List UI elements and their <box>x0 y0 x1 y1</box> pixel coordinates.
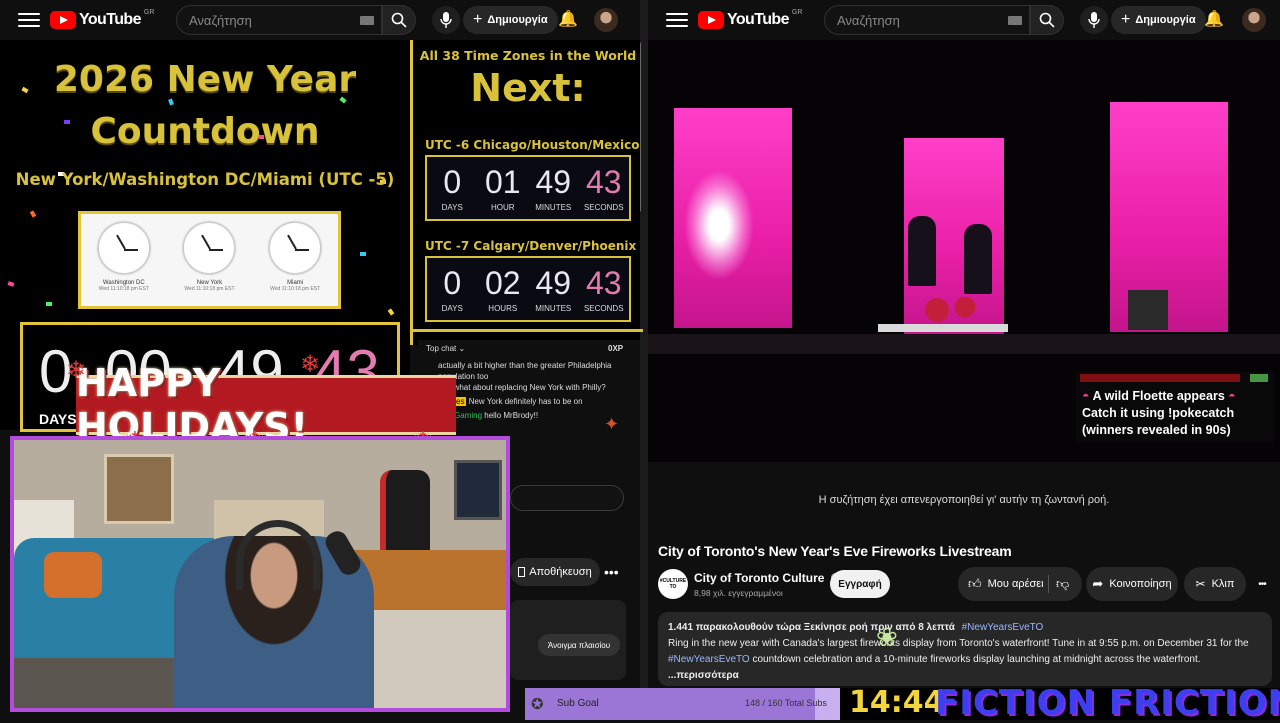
thumbs-down-icon[interactable]: 👎︎ <box>1056 576 1069 592</box>
timer-utc-minus-7: 0 DAYS 02 HOURS 49 MINUTES 43 SECONDS <box>425 256 631 322</box>
open-window-button[interactable]: Άνοιγμα πλαισίου <box>538 634 620 656</box>
account-avatar[interactable] <box>1242 8 1266 32</box>
star-icon: ✪ <box>531 696 544 713</box>
search-input[interactable]: Αναζήτηση <box>824 5 1030 35</box>
share-button[interactable]: ➦ Κοινοποίηση <box>1086 567 1178 601</box>
search-icon <box>391 12 407 28</box>
webcam-overlay <box>10 436 510 712</box>
menu-icon[interactable] <box>18 13 40 27</box>
stage-floor <box>648 334 1280 354</box>
search-button[interactable] <box>382 5 416 35</box>
confetti <box>7 281 15 287</box>
scissors-icon: ✂ <box>1195 577 1206 591</box>
confetti <box>360 252 366 256</box>
voice-search-button[interactable] <box>432 6 460 34</box>
confetti <box>29 210 37 218</box>
video-description[interactable]: 1.441 παρακολουθούν τώρα Ξεκίνησε ροή πρ… <box>658 612 1272 686</box>
channel-avatar[interactable]: #CULTURE TO <box>658 569 688 599</box>
plus-icon: + <box>473 11 483 28</box>
city-line: New York/Washington DC/Miami (UTC -5) <box>15 170 395 189</box>
gold-divider <box>413 329 643 332</box>
save-button[interactable]: Αποθήκευση <box>510 558 600 586</box>
channel-brand: FICTION FRICTION <box>935 683 1280 723</box>
clip-button[interactable]: ✂ Κλιπ <box>1184 567 1246 601</box>
clock-icon <box>97 222 150 274</box>
sub-goal-bar: ✪ Sub Goal 148 / 160 Total Subs <box>525 688 840 720</box>
performer <box>964 224 992 294</box>
keyboard-stand <box>878 324 1008 332</box>
notifications-bell-icon[interactable]: 🔔 <box>558 9 578 29</box>
youtube-logo[interactable]: YouTube GR <box>50 9 154 29</box>
more-options-icon[interactable]: ••• <box>604 564 619 580</box>
keyboard-icon[interactable] <box>360 16 374 25</box>
maple-leaf-icon: ✦ <box>604 414 620 434</box>
chat-message: Battles New York definitely has to be on <box>438 396 640 407</box>
search-button[interactable] <box>1030 5 1064 35</box>
alert-line-1: ◓ A wild Floette appears ◓ <box>1082 389 1236 403</box>
voice-search-button[interactable] <box>1080 6 1108 34</box>
subscriber-count: 8,98 χιλ. εγγεγραμμένοι <box>694 588 783 598</box>
share-icon: ➦ <box>1092 576 1104 591</box>
monitor <box>454 460 502 520</box>
description-stats: 1.441 παρακολουθούν τώρα Ξεκίνησε ροή πρ… <box>668 622 1044 633</box>
confetti <box>46 302 52 306</box>
menu-icon[interactable] <box>666 13 688 27</box>
snowflake-icon: ❄ <box>300 351 321 378</box>
description-line-2: #NewYearsEveTO countdown celebration and… <box>668 654 1201 665</box>
amp-stack <box>1128 290 1168 330</box>
channel-name[interactable]: City of Toronto Culture <box>694 571 840 585</box>
timer-utc-minus-6: 0 DAYS 01 HOUR 49 MINUTES 43 SECONDS <box>425 155 631 221</box>
alert-status-icons <box>1250 374 1268 382</box>
notifications-bell-icon[interactable]: 🔔 <box>1204 9 1224 29</box>
performer <box>908 216 936 286</box>
pokeball-icon: ◓ <box>1228 389 1236 403</box>
pokemon-catch-alert: ◓ A wild Floette appears ◓ Catch it usin… <box>1076 372 1274 442</box>
alert-header-bar <box>1080 374 1240 382</box>
snowflake-icon: ❄ <box>66 357 87 384</box>
youtube-play-icon <box>698 11 724 29</box>
clock-icon <box>269 222 322 274</box>
thumbs-up-icon: 👍︎ <box>968 576 982 591</box>
video-title: City of Toronto's New Year's Eve Firewor… <box>658 543 1012 559</box>
bookmark-icon <box>518 567 526 577</box>
chat-input[interactable] <box>510 485 624 511</box>
like-button[interactable]: 👍︎ Μου αρέσει 👎︎ <box>958 567 1082 601</box>
chat-disabled-notice: Η συζήτηση έχει απενεργοποιηθεί γι' αυτή… <box>818 494 1110 506</box>
chat-header[interactable]: Top chat ⌄ <box>426 344 465 353</box>
stage-light-flash <box>684 170 754 280</box>
subscribe-button[interactable]: Εγγραφή <box>830 570 890 598</box>
city-clocks: Washington DC Wed 11:10:18 pm EST New Yo… <box>78 211 341 309</box>
create-button[interactable]: + Δημιουργία <box>463 6 558 34</box>
countdown-title: 2026 New Year Countdown <box>53 59 357 152</box>
youtube-play-icon <box>50 11 76 29</box>
more-actions-button[interactable]: ••• <box>1250 567 1274 601</box>
pokeball-icon: ◓ <box>1082 389 1090 403</box>
ticker-clock: 14:44 <box>849 685 945 720</box>
right-youtube-header: YouTube GR Αναζήτηση + Δημιουργία 🔔 <box>648 0 1280 40</box>
search-input[interactable]: Αναζήτηση <box>176 5 382 35</box>
microphone-icon <box>440 12 452 28</box>
clock-miami: Miami Wed 11:10:18 pm EST <box>269 222 322 292</box>
like-divider <box>1048 575 1049 593</box>
left-youtube-header: YouTube GR Αναζήτηση + Δημιουργία 🔔 <box>0 0 640 40</box>
pokemon-sprite: ❀ <box>876 622 898 652</box>
plus-icon: + <box>1121 11 1131 28</box>
more-icon: ••• <box>1258 578 1266 590</box>
account-avatar[interactable] <box>594 8 618 32</box>
clock-icon <box>183 222 236 274</box>
clock-washington: Washington DC Wed 11:10:18 pm EST <box>97 222 150 292</box>
create-button[interactable]: + Δημιουργία <box>1111 6 1206 34</box>
search-icon <box>1039 12 1055 28</box>
confetti <box>387 308 395 316</box>
keyboard-icon[interactable] <box>1008 16 1022 25</box>
wall-picture <box>104 454 174 524</box>
timezones-column: All 38 Time Zones in the World Next: UTC… <box>410 40 643 345</box>
microphone-icon <box>1088 12 1100 28</box>
bottom-stream-ticker: ✪ Sub Goal 148 / 160 Total Subs 14:44 FI… <box>525 683 1280 723</box>
orange-pillow <box>44 552 102 598</box>
youtube-logo[interactable]: YouTube GR <box>698 9 802 29</box>
clock-new-york: New York Wed 11:10:18 pm EST <box>183 222 236 292</box>
